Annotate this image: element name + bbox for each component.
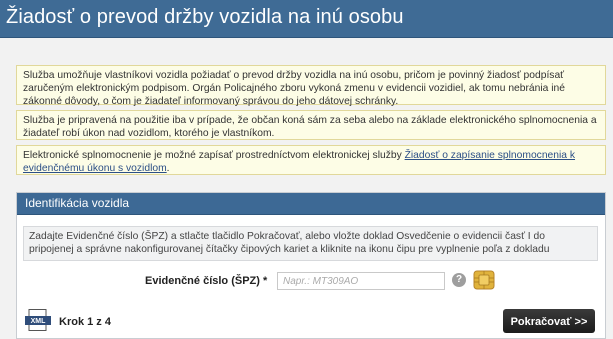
plate-number-input[interactable]	[277, 272, 445, 290]
step-indicator: Krok 1 z 4	[59, 316, 111, 328]
instructions-box: Zadajte Evidenčné číslo (ŠPZ) a stlačte …	[23, 226, 598, 261]
vehicle-identification-panel: Identifikácia vozidla Zadajte Evidenčné …	[16, 192, 606, 339]
xml-file-icon[interactable]: XML	[25, 309, 51, 331]
notice-poa-text: Elektronické splnomocnenie je možné zapí…	[23, 150, 405, 161]
chip-card-icon[interactable]	[472, 268, 496, 292]
notice-usage-text: Služba je pripravená na použitie iba v p…	[23, 115, 597, 139]
notice-service-info: Služba umožňuje vlastníkovi vozidla poži…	[16, 65, 606, 107]
plate-number-label: Evidenčné číslo (ŠPZ) *	[145, 275, 268, 287]
question-icon[interactable]: ?	[452, 273, 466, 287]
section-title: Identifikácia vozidla	[17, 193, 605, 215]
notice-power-of-attorney: Elektronické splnomocnenie je možné zapí…	[16, 145, 606, 175]
continue-button[interactable]: Pokračovať >>	[503, 309, 595, 333]
plate-number-row: Evidenčné číslo (ŠPZ) * ?	[17, 270, 607, 294]
xml-label: XML	[31, 318, 47, 325]
page-header: Žiadosť o prevod držby vozidla na inú os…	[0, 0, 613, 38]
notice-service-info-text: Služba umožňuje vlastníkovi vozidla poži…	[23, 70, 566, 107]
notice-usage: Služba je pripravená na použitie iba v p…	[16, 110, 606, 140]
instructions-text: Zadajte Evidenčné číslo (ŠPZ) a stlačte …	[29, 231, 550, 255]
notice-poa-end: .	[166, 163, 170, 174]
page-title: Žiadosť o prevod držby vozidla na inú os…	[6, 6, 404, 28]
